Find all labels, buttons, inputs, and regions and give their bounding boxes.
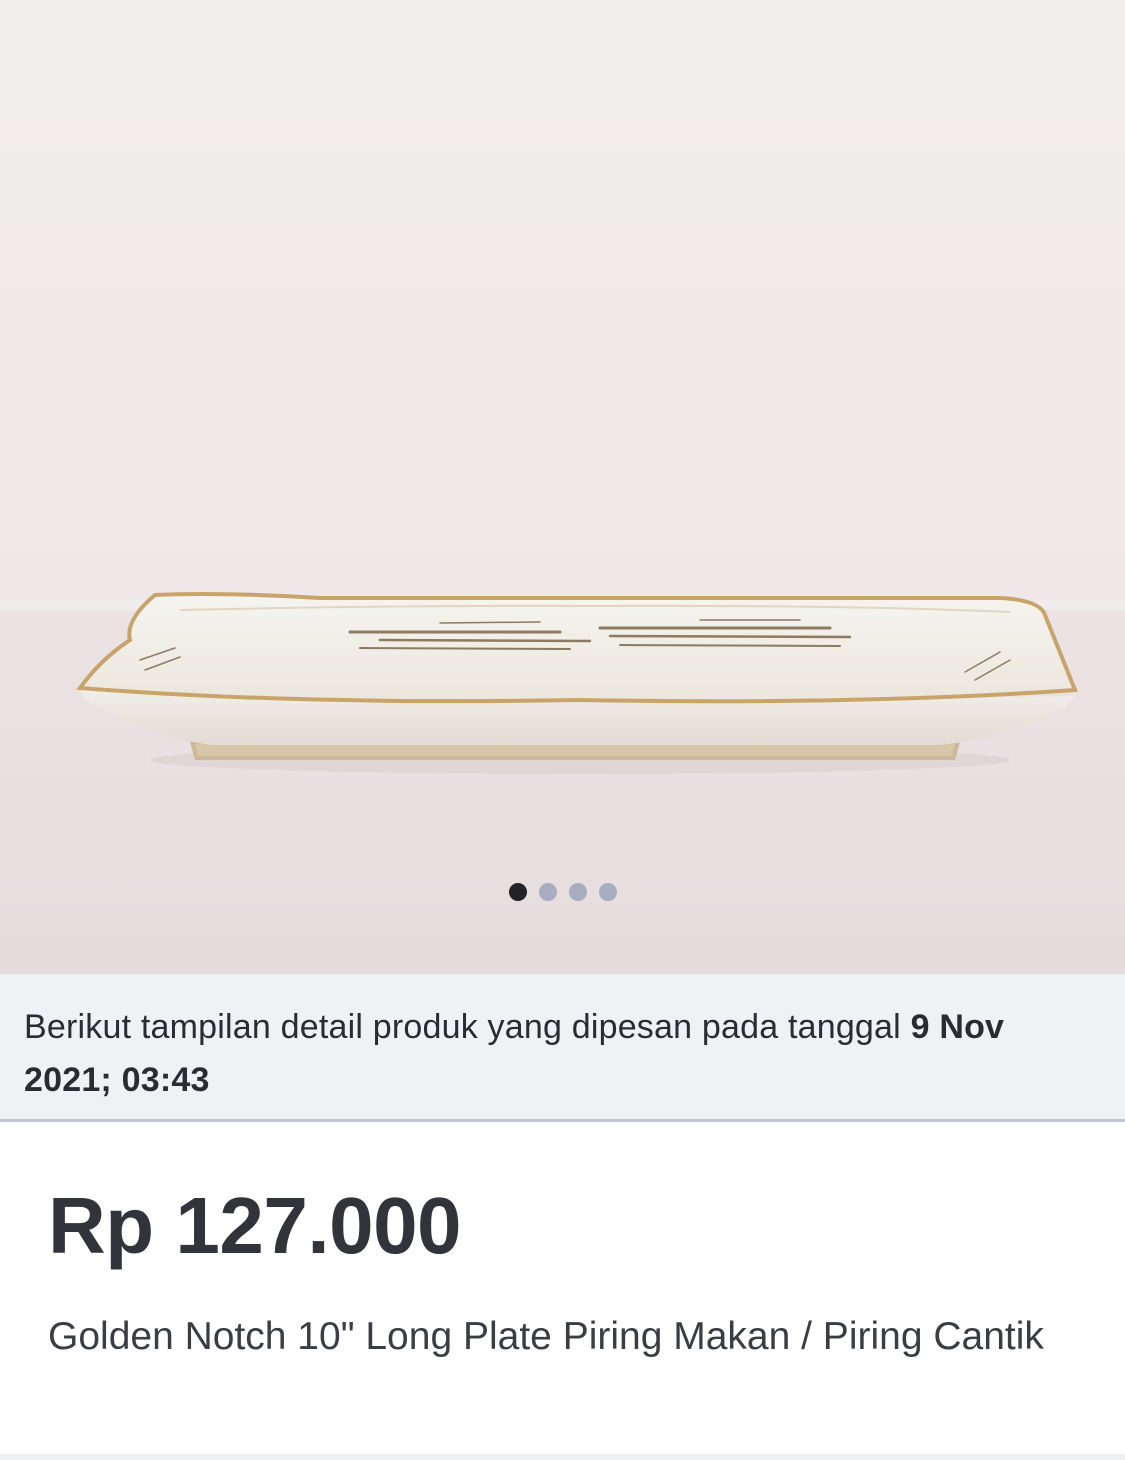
- product-price: Rp 127.000: [48, 1181, 462, 1270]
- order-info-text: Berikut tampilan detail produk yang dipe…: [24, 1008, 911, 1046]
- carousel-dot-2[interactable]: [538, 883, 557, 901]
- carousel-dot-3[interactable]: [568, 883, 587, 901]
- carousel-indicator[interactable]: [0, 883, 1125, 901]
- product-image-gallery[interactable]: [0, 0, 1125, 974]
- order-info-banner: Berikut tampilan detail produk yang dipe…: [0, 974, 1125, 1122]
- section-divider: [0, 1454, 1125, 1460]
- product-title: Golden Notch 10" Long Plate Piring Makan…: [48, 1315, 1044, 1358]
- product-image: [0, 0, 1125, 974]
- carousel-dot-1[interactable]: [508, 883, 527, 901]
- carousel-dot-4[interactable]: [598, 883, 617, 901]
- product-detail-page: Berikut tampilan detail produk yang dipe…: [0, 0, 1125, 1460]
